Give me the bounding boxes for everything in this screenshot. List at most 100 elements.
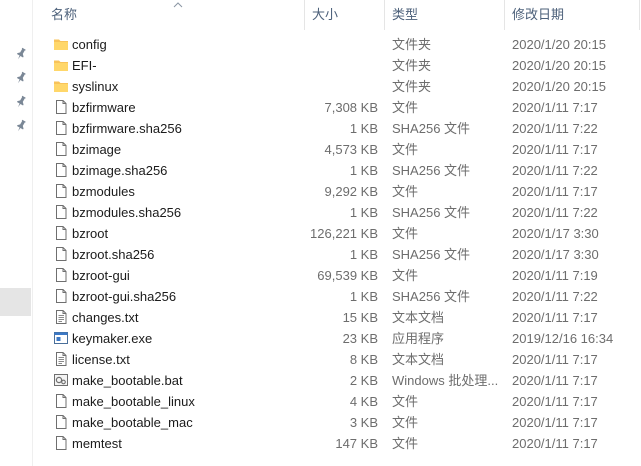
file-row[interactable]: syslinux 文件夹 2020/1/20 20:15 bbox=[33, 76, 641, 97]
file-row[interactable]: make_bootable.bat 2 KB Windows 批处理... 20… bbox=[33, 370, 641, 391]
file-modified: 2020/1/11 7:17 bbox=[512, 436, 598, 451]
file-size: 3 KB bbox=[349, 415, 378, 430]
file-row[interactable]: bzfirmware 7,308 KB 文件 2020/1/11 7:17 bbox=[33, 97, 641, 118]
file-modified: 2020/1/20 20:15 bbox=[512, 58, 606, 73]
file-size: 23 KB bbox=[342, 331, 378, 346]
file-row[interactable]: license.txt 8 KB 文本文档 2020/1/11 7:17 bbox=[33, 349, 641, 370]
column-divider[interactable] bbox=[504, 0, 505, 30]
file-row[interactable]: make_bootable_mac 3 KB 文件 2020/1/11 7:17 bbox=[33, 412, 641, 433]
file-icon bbox=[53, 99, 69, 115]
file-size: 2 KB bbox=[349, 373, 378, 388]
file-icon bbox=[53, 225, 69, 241]
column-divider[interactable] bbox=[639, 0, 640, 30]
file-type: SHA256 文件 bbox=[392, 247, 471, 262]
file-modified: 2020/1/11 7:22 bbox=[512, 121, 598, 136]
file-row[interactable]: keymaker.exe 23 KB 应用程序 2019/12/16 16:34 bbox=[33, 328, 641, 349]
column-header-name[interactable]: 名称 bbox=[51, 0, 77, 30]
file-row[interactable]: bzroot-gui.sha256 1 KB SHA256 文件 2020/1/… bbox=[33, 286, 641, 307]
file-type: SHA256 文件 bbox=[392, 163, 471, 178]
file-type: 文件 bbox=[392, 394, 419, 409]
file-type: 文件夹 bbox=[392, 58, 432, 73]
file-modified: 2020/1/11 7:17 bbox=[512, 415, 598, 430]
file-size bbox=[303, 34, 378, 55]
pin-icon[interactable] bbox=[14, 71, 28, 85]
file-row[interactable]: EFI- 文件夹 2020/1/20 20:15 bbox=[33, 55, 641, 76]
file-size: 1 KB bbox=[349, 205, 378, 220]
file-icon bbox=[53, 162, 69, 178]
file-name: make_bootable_mac bbox=[72, 415, 193, 430]
file-row[interactable]: bzfirmware.sha256 1 KB SHA256 文件 2020/1/… bbox=[33, 118, 641, 139]
column-divider[interactable] bbox=[384, 0, 385, 30]
file-row[interactable]: bzroot 126,221 KB 文件 2020/1/17 3:30 bbox=[33, 223, 641, 244]
file-modified: 2020/1/20 20:15 bbox=[512, 37, 606, 52]
file-name: memtest bbox=[72, 436, 122, 451]
file-name: bzimage.sha256 bbox=[72, 163, 168, 178]
file-type: 文件 bbox=[392, 100, 419, 115]
file-size: 69,539 KB bbox=[317, 268, 378, 283]
file-name: config bbox=[72, 37, 107, 52]
file-type: 文件 bbox=[392, 142, 419, 157]
column-header-modified[interactable]: 修改日期 bbox=[512, 0, 564, 30]
file-list: config 文件夹 2020/1/20 20:15 EFI- 文件夹 2020… bbox=[33, 34, 641, 454]
file-name: bzfirmware.sha256 bbox=[72, 121, 182, 136]
file-modified: 2020/1/11 7:22 bbox=[512, 205, 598, 220]
file-row[interactable]: config 文件夹 2020/1/20 20:15 bbox=[33, 34, 641, 55]
file-row[interactable]: bzmodules 9,292 KB 文件 2020/1/11 7:17 bbox=[33, 181, 641, 202]
column-header-size[interactable]: 大小 bbox=[312, 0, 338, 30]
navigation-selected-item[interactable] bbox=[0, 288, 31, 316]
file-row[interactable]: bzmodules.sha256 1 KB SHA256 文件 2020/1/1… bbox=[33, 202, 641, 223]
folder-icon bbox=[53, 78, 69, 94]
file-row[interactable]: bzroot-gui 69,539 KB 文件 2020/1/11 7:19 bbox=[33, 265, 641, 286]
file-modified: 2020/1/17 3:30 bbox=[512, 226, 599, 241]
file-name: bzfirmware bbox=[72, 100, 136, 115]
column-header-type[interactable]: 类型 bbox=[392, 0, 418, 30]
file-type: 文本文档 bbox=[392, 352, 445, 367]
folder-icon bbox=[53, 36, 69, 52]
file-size: 7,308 KB bbox=[324, 100, 379, 115]
file-size: 126,221 KB bbox=[310, 226, 378, 241]
file-name: bzmodules.sha256 bbox=[72, 205, 182, 220]
file-modified: 2020/1/11 7:17 bbox=[512, 373, 598, 388]
file-type: 文件 bbox=[392, 184, 419, 199]
navigation-pane bbox=[0, 0, 32, 466]
file-size: 4,573 KB bbox=[324, 142, 379, 157]
file-name: bzroot.sha256 bbox=[72, 247, 155, 262]
file-type: SHA256 文件 bbox=[392, 289, 471, 304]
file-modified: 2020/1/17 3:30 bbox=[512, 247, 599, 262]
file-type: 文件夹 bbox=[392, 79, 432, 94]
file-name: make_bootable_linux bbox=[72, 394, 195, 409]
folder-icon bbox=[53, 57, 69, 73]
column-divider[interactable] bbox=[304, 0, 305, 30]
file-icon bbox=[53, 120, 69, 136]
pin-icon[interactable] bbox=[14, 47, 28, 61]
file-size: 9,292 KB bbox=[324, 184, 379, 199]
file-row[interactable]: bzroot.sha256 1 KB SHA256 文件 2020/1/17 3… bbox=[33, 244, 641, 265]
file-row[interactable]: memtest 147 KB 文件 2020/1/11 7:17 bbox=[33, 433, 641, 454]
file-size: 4 KB bbox=[349, 394, 378, 409]
file-row[interactable]: bzimage 4,573 KB 文件 2020/1/11 7:17 bbox=[33, 139, 641, 160]
file-size bbox=[303, 76, 378, 97]
file-row[interactable]: changes.txt 15 KB 文本文档 2020/1/11 7:17 bbox=[33, 307, 641, 328]
file-icon bbox=[53, 414, 69, 430]
file-type: SHA256 文件 bbox=[392, 121, 471, 136]
file-icon bbox=[53, 141, 69, 157]
file-type: Windows 批处理... bbox=[392, 373, 499, 388]
file-size: 1 KB bbox=[349, 247, 378, 262]
file-size: 15 KB bbox=[342, 310, 378, 325]
pin-icon[interactable] bbox=[14, 119, 28, 133]
file-row[interactable]: bzimage.sha256 1 KB SHA256 文件 2020/1/11 … bbox=[33, 160, 641, 181]
application-icon bbox=[53, 330, 69, 346]
column-header-bar: 名称 大小 类型 修改日期 bbox=[33, 0, 641, 30]
file-size bbox=[303, 55, 378, 76]
pin-icon[interactable] bbox=[14, 95, 28, 109]
text-file-icon bbox=[53, 309, 69, 325]
file-row[interactable]: make_bootable_linux 4 KB 文件 2020/1/11 7:… bbox=[33, 391, 641, 412]
file-name: EFI- bbox=[72, 58, 97, 73]
file-modified: 2020/1/11 7:17 bbox=[512, 184, 598, 199]
file-name: license.txt bbox=[72, 352, 130, 367]
file-modified: 2020/1/11 7:19 bbox=[512, 268, 598, 283]
file-modified: 2020/1/11 7:22 bbox=[512, 163, 598, 178]
file-type: 文件 bbox=[392, 415, 419, 430]
file-icon bbox=[53, 246, 69, 262]
file-modified: 2020/1/11 7:22 bbox=[512, 289, 598, 304]
